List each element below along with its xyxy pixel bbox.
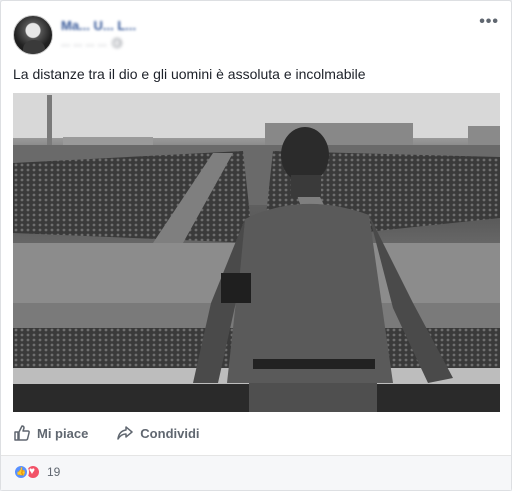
like-button[interactable]: Mi piace	[13, 424, 88, 442]
post-text: La distanze tra il dio e gli uomini è as…	[13, 66, 366, 82]
share-label: Condividi	[140, 425, 200, 441]
reaction-count: 19	[47, 465, 61, 479]
thumbs-up-icon	[14, 425, 30, 441]
author-name[interactable]: Ma... U... L...	[61, 18, 136, 33]
avatar[interactable]	[13, 15, 53, 55]
globe-icon	[111, 38, 122, 48]
photo-illustration	[13, 93, 500, 412]
post-timestamp[interactable]: ... ... ... ...	[61, 37, 107, 49]
more-horizontal-icon[interactable]: •••	[479, 14, 499, 30]
post-meta: ... ... ... ...	[61, 37, 122, 49]
like-label: Mi piace	[37, 425, 89, 441]
reactions-summary[interactable]: 19	[13, 464, 60, 480]
like-reaction-icon	[13, 464, 29, 480]
post-photo[interactable]	[13, 93, 500, 412]
share-arrow-icon	[117, 426, 134, 440]
post-header: Ma... U... L... ... ... ... ... •••	[13, 14, 499, 59]
post-actions: Mi piace Condividi	[13, 419, 499, 447]
reactions-bar: 19	[1, 456, 511, 490]
share-button[interactable]: Condividi	[116, 424, 200, 442]
post-card: Ma... U... L... ... ... ... ... ••• La d…	[0, 0, 512, 491]
